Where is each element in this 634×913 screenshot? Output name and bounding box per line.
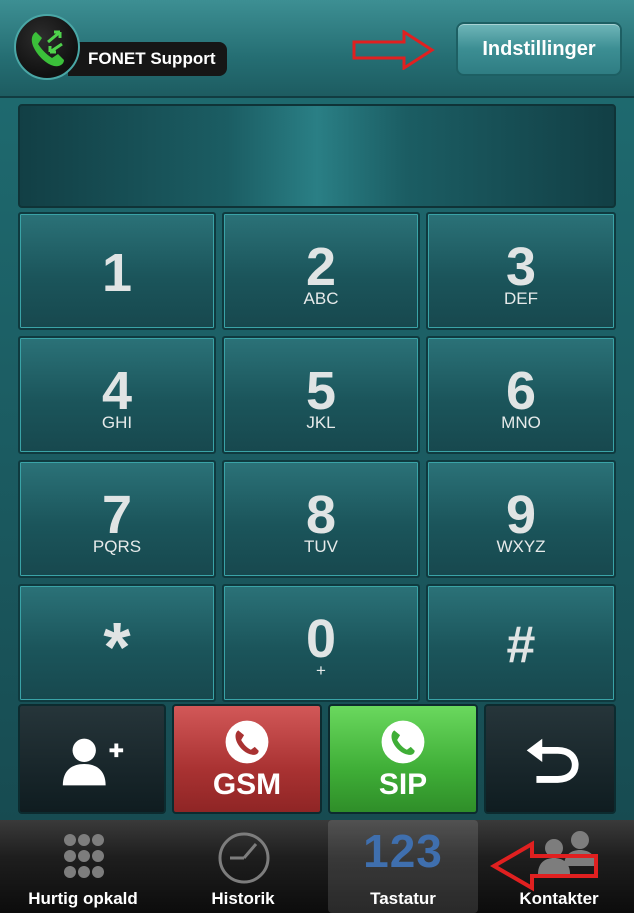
key-letters: MNO [501, 413, 541, 432]
key-digit: 8 [305, 485, 337, 545]
phone-icon [381, 720, 425, 764]
tab-keypad[interactable]: 123 Tastatur [328, 820, 478, 913]
gsm-call-button[interactable]: GSM [172, 704, 322, 814]
key-digit: 2 [305, 237, 337, 297]
key-hash[interactable]: # [426, 584, 616, 702]
key-1[interactable]: 1 [18, 212, 216, 330]
digits-icon-text: 123 [363, 825, 443, 877]
tab-history[interactable]: Historik [168, 820, 318, 913]
sip-call-button[interactable]: SIP [328, 704, 478, 814]
sip-label: SIP [378, 768, 428, 801]
account-badge[interactable]: FONET Support [14, 14, 248, 80]
key-letters: TUV [304, 537, 338, 556]
key-digit: * [103, 608, 131, 686]
key-digit: # [506, 616, 536, 674]
key-0[interactable]: 0 + [222, 584, 420, 702]
tab-label: Kontakter [519, 889, 599, 908]
tab-label: Tastatur [370, 889, 436, 908]
key-4[interactable]: 4 GHI [18, 336, 216, 454]
header-bar: FONET Support Indstillinger [0, 0, 634, 98]
key-2[interactable]: 2 ABC [222, 212, 420, 330]
annotation-arrow-right-icon [352, 30, 435, 70]
backspace-icon [526, 738, 579, 783]
key-digit: 3 [505, 237, 537, 297]
key-digit: 0 [305, 609, 337, 669]
key-digit: 5 [305, 361, 337, 421]
key-letters: DEF [504, 289, 538, 308]
key-6[interactable]: 6 MNO [426, 336, 616, 454]
key-letters: + [316, 661, 326, 680]
key-letters: ABC [303, 289, 339, 308]
key-3[interactable]: 3 DEF [426, 212, 616, 330]
key-8[interactable]: 8 TUV [222, 460, 420, 578]
annotation-arrow-left-icon [490, 840, 598, 892]
grid-icon [64, 834, 104, 878]
account-name: FONET Support [68, 42, 228, 76]
keypad: 1 2 ABC 3 DEF 4 GHI 5 JKL 6 MNO 7 PQRS 8… [18, 212, 616, 702]
key-digit: 7 [101, 485, 133, 545]
tab-quick-dial[interactable]: Hurtig opkald [8, 820, 158, 913]
key-digit: 1 [101, 243, 133, 303]
add-contact-icon [62, 738, 124, 786]
key-digit: 4 [101, 361, 133, 421]
backspace-button[interactable] [484, 704, 616, 814]
settings-button[interactable]: Indstillinger [456, 22, 622, 76]
tab-label: Hurtig opkald [28, 889, 138, 908]
add-contact-button[interactable] [18, 704, 166, 814]
dialer-screen: FONET Support Indstillinger 1 2 ABC 3 DE… [0, 0, 634, 913]
key-9[interactable]: 9 WXYZ [426, 460, 616, 578]
key-5[interactable]: 5 JKL [222, 336, 420, 454]
keypad-tab-icon: 123 [328, 826, 478, 876]
action-row: GSM SIP [18, 704, 616, 816]
number-display[interactable] [18, 104, 616, 208]
clock-icon [218, 832, 270, 884]
key-digit: 9 [505, 485, 537, 545]
gsm-label: GSM [212, 768, 282, 801]
key-digit: 6 [505, 361, 537, 421]
tab-label: Historik [211, 889, 275, 908]
key-7[interactable]: 7 PQRS [18, 460, 216, 578]
key-letters: PQRS [92, 537, 142, 556]
phone-icon [225, 720, 269, 764]
key-star[interactable]: * [18, 584, 216, 702]
key-letters: GHI [101, 413, 133, 432]
key-letters: JKL [306, 413, 336, 432]
phone-logo-icon [14, 14, 80, 80]
key-letters: WXYZ [496, 537, 546, 556]
